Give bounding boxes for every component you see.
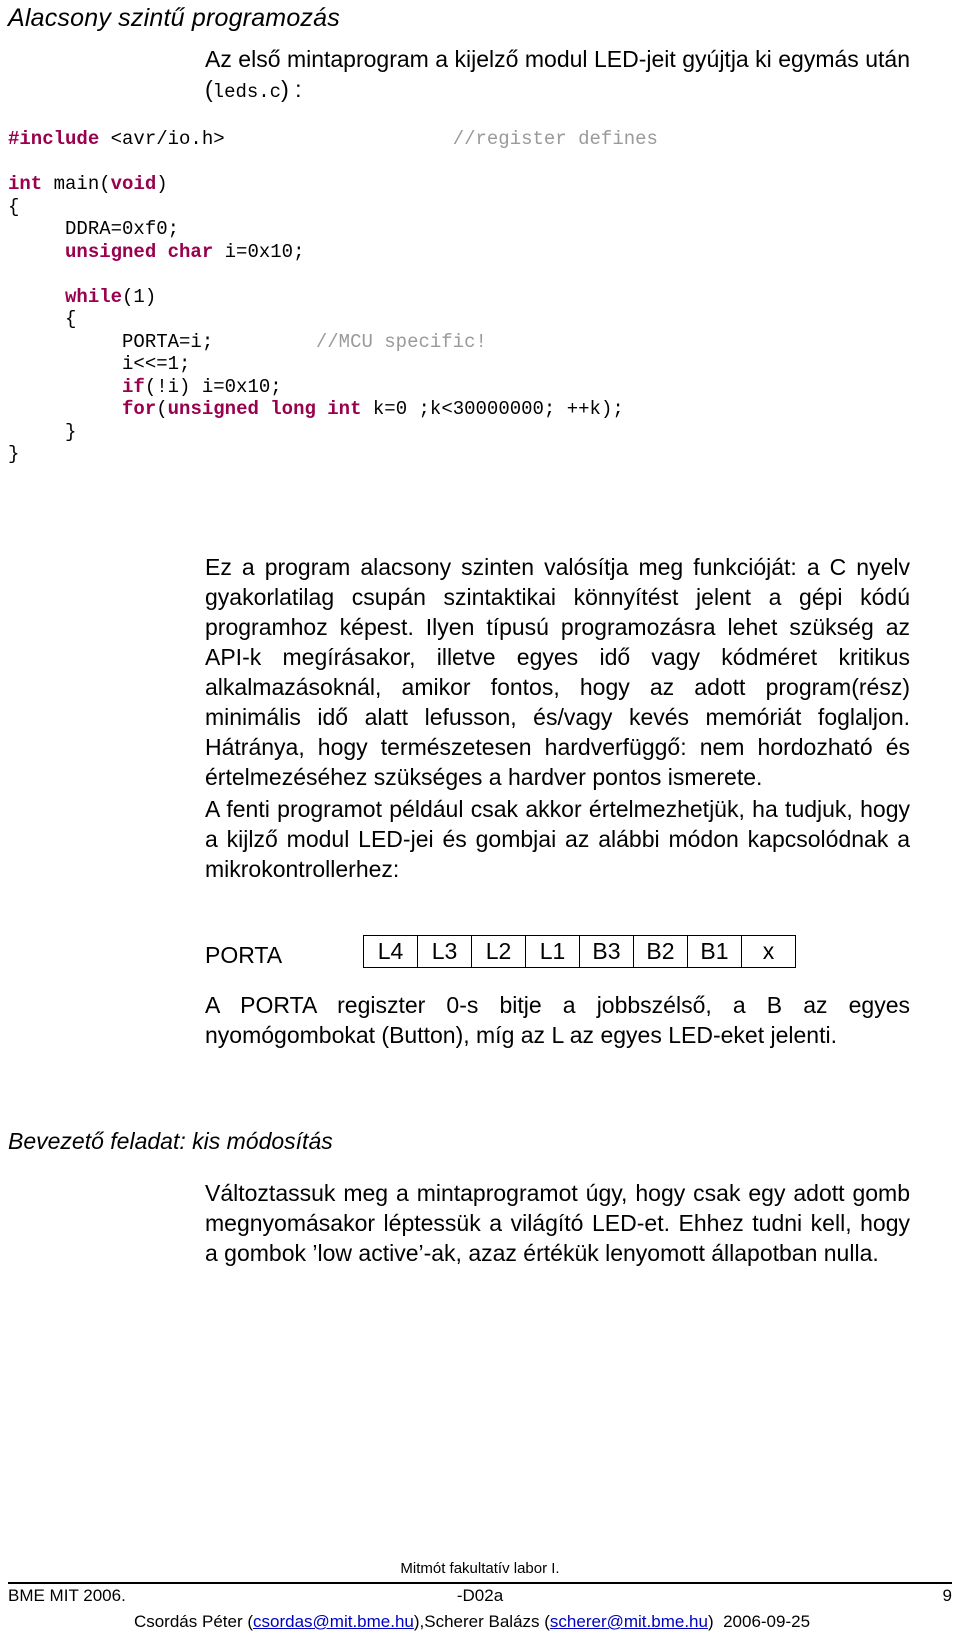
porta-register-figure: PORTA L4 L3 L2 L1 B3 B2 B1 x — [205, 935, 910, 981]
code-line: unsigned char i=0x10; — [8, 241, 658, 264]
code-token-pln: { — [8, 195, 20, 218]
footer-date: 2006-09-25 — [723, 1612, 811, 1631]
paragraph-low-level-description: Ez a program alacsony szinten valósítja … — [205, 554, 910, 790]
code-line: if(!i) i=0x10; — [8, 376, 658, 399]
intro-paragraph: Az első mintaprogram a kijelző modul LED… — [205, 44, 910, 107]
code-line: PORTA=i; //MCU specific! — [8, 331, 658, 354]
code-token-pln: (1) — [122, 285, 157, 308]
porta-label: PORTA — [205, 942, 283, 968]
code-token-pln: i<<=1; — [8, 353, 191, 375]
email-link-csordas[interactable]: csordas@mit.bme.hu — [253, 1612, 414, 1631]
paragraph-block-1: Ez a program alacsony szinten valósítja … — [205, 552, 910, 792]
code-token-cmt: //MCU specific! — [315, 330, 487, 353]
porta-bit-cell: L2 — [471, 935, 526, 968]
intro-text-after: ) : — [281, 76, 302, 102]
code-token-pln — [8, 241, 65, 263]
code-token-kw: unsigned long int — [167, 398, 362, 420]
code-token-cmt: //register defines — [452, 128, 658, 150]
code-token-pln: i=0x10; — [213, 240, 305, 263]
code-token-pln: } — [8, 443, 20, 465]
email-link-scherer[interactable]: scherer@mit.bme.hu — [550, 1612, 708, 1631]
code-line: { — [8, 308, 658, 331]
code-token-pln — [8, 398, 122, 420]
code-line: while(1) — [8, 286, 658, 309]
intro-text-before: Az első mintaprogram a kijelző modul LED… — [205, 46, 910, 102]
paragraph-program-interpretation: A fenti programot például csak akkor ért… — [205, 796, 910, 882]
code-token-pln: main( — [42, 173, 111, 195]
porta-bit-cell: x — [741, 935, 796, 968]
code-token-kw: #include — [8, 128, 100, 150]
sub-heading-intro-task: Bevezető feladat: kis módosítás — [8, 1128, 333, 1154]
code-token-kw: int — [8, 173, 43, 195]
porta-bit-cell: L1 — [525, 935, 580, 968]
footer-authors-separator: ),Scherer Balázs ( — [413, 1612, 550, 1631]
code-line: int main(void) — [8, 173, 658, 196]
porta-bit-cell: B2 — [633, 935, 688, 968]
footer-authors-line: Csordás Péter (csordas@mit.bme.hu),Scher… — [0, 1612, 944, 1632]
footer-page-number: 9 — [942, 1586, 952, 1605]
code-line: } — [8, 443, 658, 466]
code-token-pln: ( — [156, 398, 168, 420]
code-line: #include <avr/io.h> //register defines — [8, 128, 658, 151]
paragraph-task-description: Változtassuk meg a mintaprogramot úgy, h… — [205, 1180, 910, 1266]
intro-block: Az első mintaprogram a kijelző modul LED… — [205, 44, 910, 107]
code-token-kw: void — [110, 173, 157, 195]
code-token-pln: k=0 ;k<30000000; ++k); — [361, 398, 624, 420]
porta-bit-cell: B3 — [579, 935, 634, 968]
code-token-pln — [8, 376, 122, 398]
paragraph-block-3: A PORTA regiszter 0-s bitje a jobbszélső… — [205, 990, 910, 1050]
code-line: DDRA=0xf0; — [8, 218, 658, 241]
code-token-pln: PORTA=i; — [8, 330, 316, 353]
c-code-listing: #include <avr/io.h> //register defines i… — [8, 128, 658, 466]
code-token-kw: if — [122, 375, 145, 398]
document-page: Alacsony szintű programozás Az első mint… — [0, 0, 960, 1646]
code-token-pln: } — [8, 420, 77, 443]
code-line: i<<=1; — [8, 353, 658, 376]
paragraph-block-4: Változtassuk meg a mintaprogramot úgy, h… — [205, 1178, 910, 1268]
code-token-pln: <avr/io.h> — [99, 128, 225, 150]
code-token-kw: for — [122, 398, 157, 420]
porta-bit-cell: L3 — [417, 935, 472, 968]
code-token-pln: ) — [156, 173, 168, 195]
footer-main-row: BME MIT 2006. -D02a 9 — [8, 1586, 952, 1610]
porta-bit-cell: B1 — [687, 935, 742, 968]
code-token-pln — [225, 128, 453, 150]
paragraph-porta-bit-meaning: A PORTA regiszter 0-s bitje a jobbszélső… — [205, 992, 910, 1048]
code-token-pln — [8, 286, 65, 308]
code-line: } — [8, 421, 658, 444]
porta-bit-table: L4 L3 L2 L1 B3 B2 B1 x — [363, 935, 796, 968]
code-token-pln: (!i) i=0x10; — [144, 375, 282, 398]
code-line: for(unsigned long int k=0 ;k<30000000; +… — [8, 398, 658, 421]
code-token-kw: unsigned char — [65, 240, 214, 263]
footer-document-code: -D02a — [456, 1586, 504, 1605]
section-heading: Alacsony szintű programozás — [8, 4, 340, 32]
code-line: { — [8, 196, 658, 219]
code-token-kw: while — [65, 285, 123, 308]
code-token-pln: DDRA=0xf0; — [8, 218, 180, 240]
code-token-pln: { — [8, 308, 77, 330]
footer-course-title: Mitmót fakultatív labor I. — [400, 1560, 560, 1577]
table-row: L4 L3 L2 L1 B3 B2 B1 x — [363, 935, 796, 968]
porta-bit-cell: L4 — [363, 935, 418, 968]
inline-filename-leds-c: leds.c — [212, 81, 282, 103]
footer-authors-close: ) — [707, 1612, 714, 1631]
paragraph-block-2: A fenti programot például csak akkor ért… — [205, 794, 910, 884]
footer-author-1-name: Csordás Péter ( — [133, 1612, 253, 1631]
footer-divider — [8, 1582, 952, 1584]
